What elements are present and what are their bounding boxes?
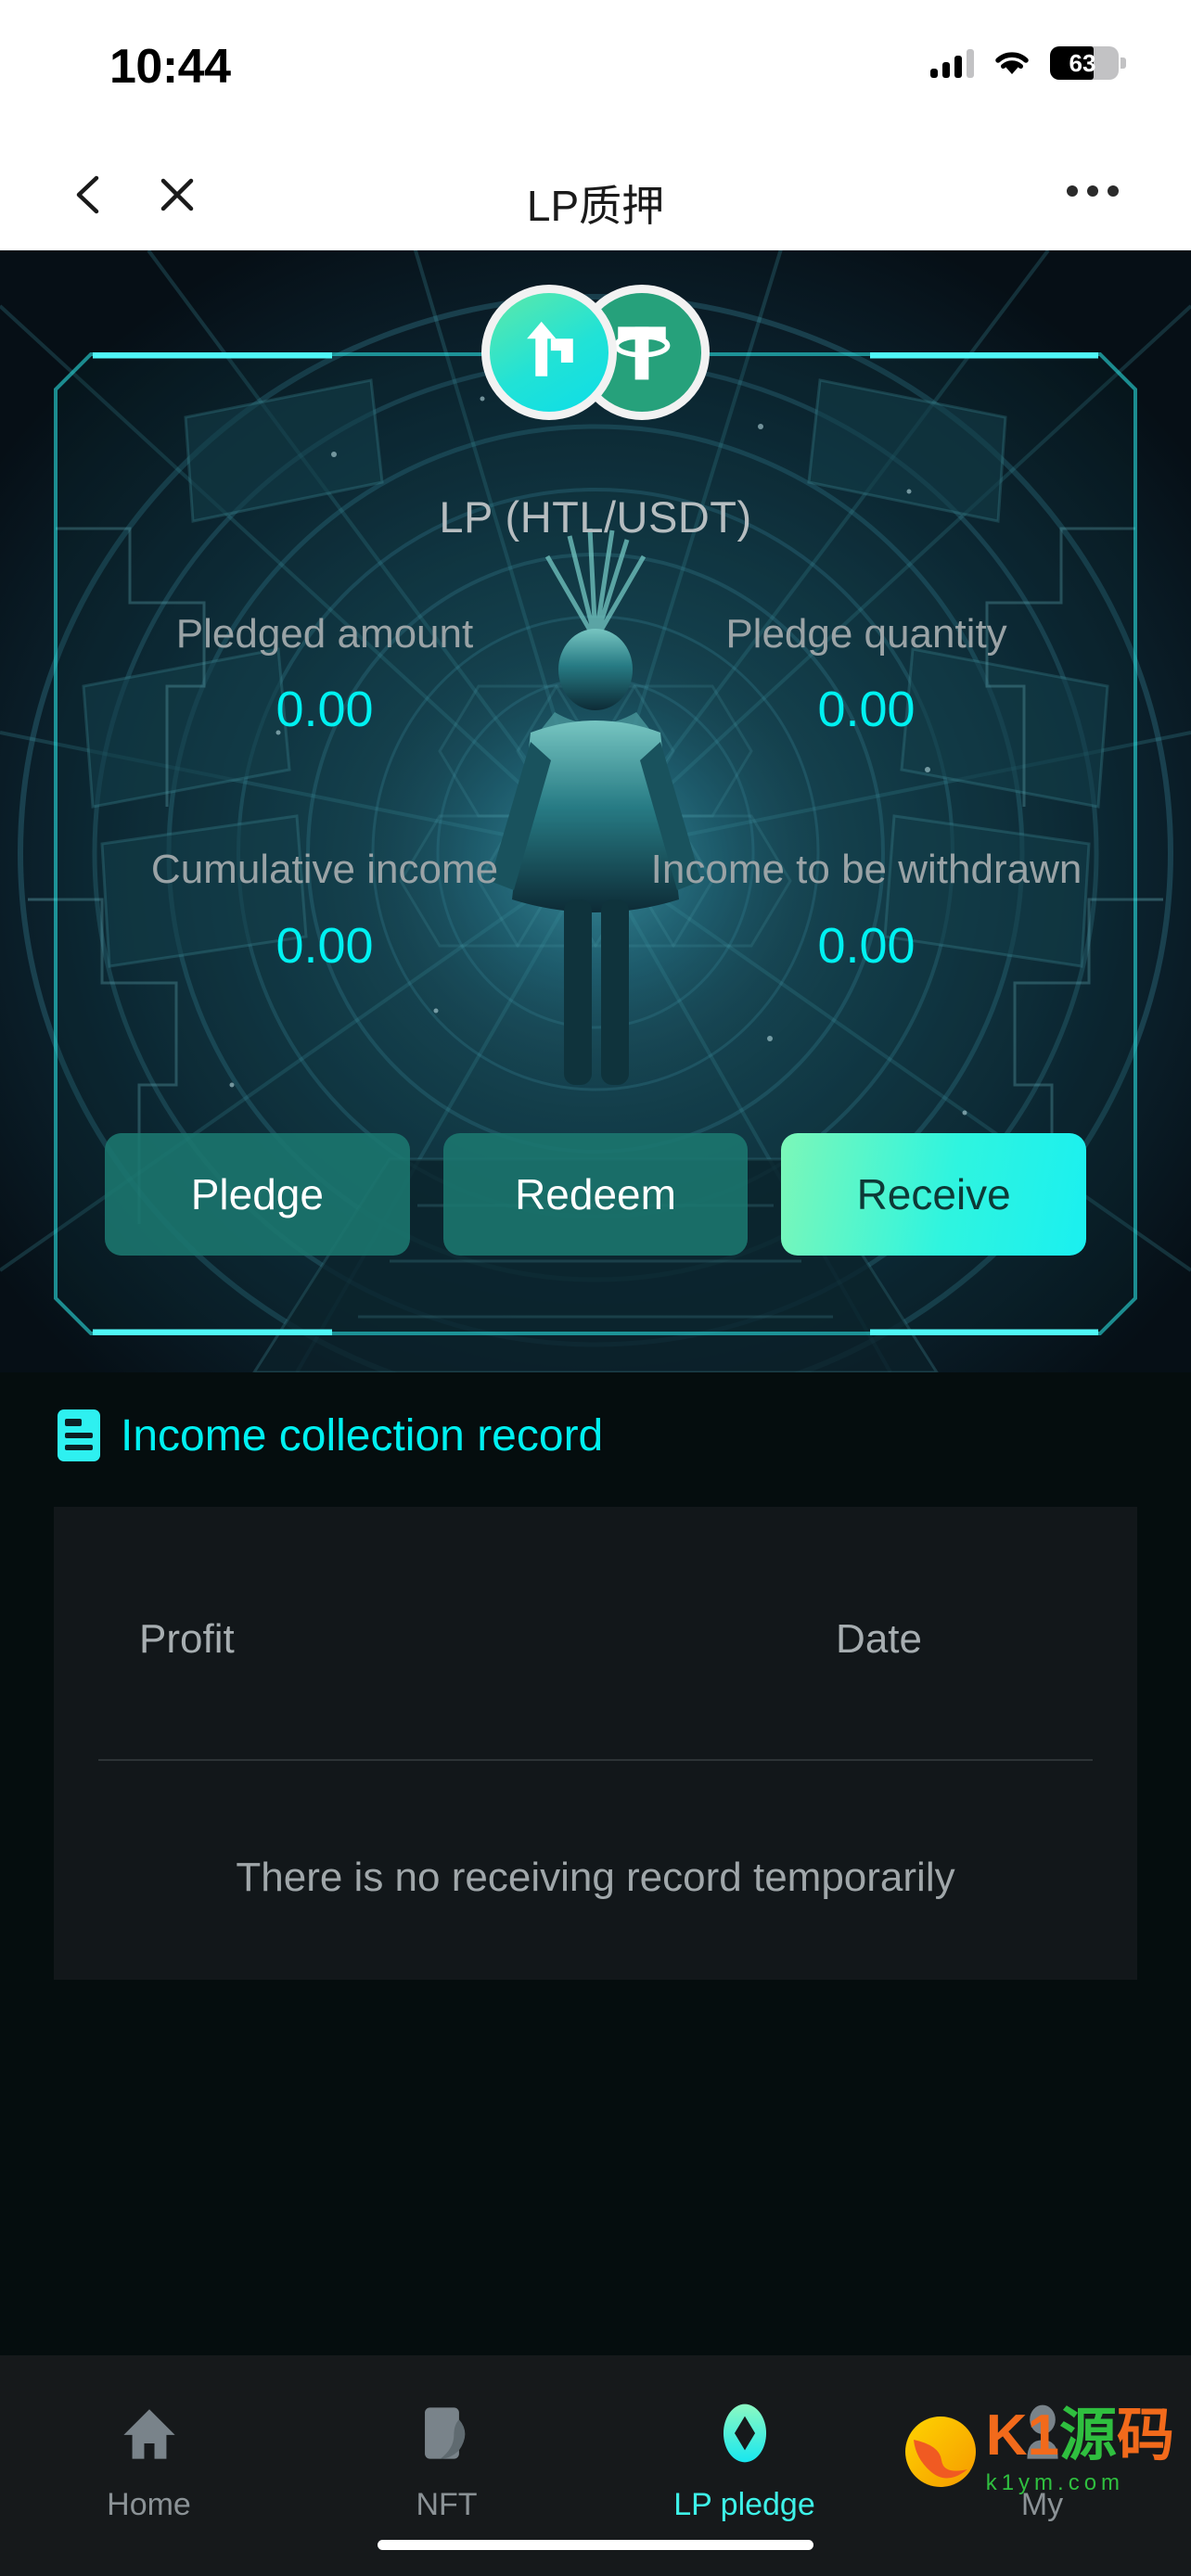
card-actions: Pledge Redeem Receive: [105, 1133, 1087, 1256]
watermark-logo-icon: [904, 2417, 976, 2487]
home-icon: [114, 2398, 185, 2468]
record-empty-state: There is no receiving record temporarily: [236, 1855, 955, 1900]
stat-label: Pledged amount: [175, 611, 474, 657]
htl-token-icon: [481, 285, 617, 420]
record-divider: [98, 1759, 1093, 1761]
pledge-button[interactable]: Pledge: [105, 1133, 410, 1256]
stat-label: Cumulative income: [150, 847, 499, 893]
diamond-icon: [710, 2398, 780, 2468]
stat-cumulative-income: Cumulative income 0.00: [54, 847, 596, 974]
watermark-domain: k1ym.com: [985, 2470, 1125, 2495]
income-record-header[interactable]: Income collection record: [58, 1409, 603, 1461]
stat-value: 0.00: [817, 917, 916, 974]
list-document-icon: [58, 1409, 100, 1461]
stats-grid: Pledged amount 0.00 Pledge quantity 0.00…: [54, 611, 1137, 975]
status-time: 10:44: [109, 40, 231, 94]
tab-home[interactable]: Home: [0, 2398, 298, 2523]
watermark-text: K1 源 码 k1ym.com: [986, 2407, 1174, 2496]
status-indicators: 63: [930, 46, 1126, 80]
battery-icon: 63: [1050, 46, 1126, 80]
wifi-icon: [992, 48, 1031, 78]
stat-label: Income to be withdrawn: [650, 847, 1082, 893]
watermark-cn-green: 源: [1058, 2404, 1117, 2468]
watermark-k1: K1: [985, 2404, 1059, 2468]
stat-label: Pledge quantity: [725, 611, 1007, 657]
stat-value: 0.00: [817, 682, 916, 738]
column-header-profit: Profit: [139, 1616, 235, 1662]
redeem-button[interactable]: Redeem: [442, 1133, 749, 1256]
receive-button[interactable]: Receive: [781, 1133, 1087, 1256]
page-title: LP质押: [526, 182, 665, 230]
watermark-cn-orange: 码: [1116, 2404, 1174, 2468]
site-watermark: K1 源 码 k1ym.com: [901, 2407, 1174, 2496]
navigation-bar: LP质押: [0, 139, 1191, 250]
tab-lp-pledge[interactable]: LP pledge: [596, 2398, 893, 2523]
home-indicator[interactable]: [378, 2540, 813, 2550]
tab-label: LP pledge: [673, 2487, 815, 2522]
column-header-date: Date: [836, 1616, 922, 1662]
token-pair-badges: [481, 285, 710, 420]
record-column-headers: Profit Date: [54, 1616, 1137, 1663]
income-record-title: Income collection record: [121, 1410, 604, 1460]
stat-value: 0.00: [275, 917, 374, 974]
nft-card-icon: [412, 2398, 482, 2468]
tab-label: NFT: [416, 2487, 478, 2522]
stat-value: 0.00: [275, 682, 374, 738]
status-bar: 10:44 63: [0, 0, 1191, 139]
tab-nft[interactable]: NFT: [298, 2398, 596, 2523]
battery-percent: 63: [1069, 48, 1096, 77]
tab-label: Home: [107, 2487, 191, 2522]
pair-title: LP (HTL/USDT): [439, 492, 752, 542]
income-record-panel: Profit Date There is no receiving record…: [54, 1507, 1137, 1980]
stat-pledged-amount: Pledged amount 0.00: [54, 611, 596, 738]
pledge-card: LP (HTL/USDT) Pledged amount 0.00 Pledge…: [54, 285, 1137, 1335]
stat-income-to-be-withdrawn: Income to be withdrawn 0.00: [596, 847, 1137, 974]
cellular-signal-icon: [930, 48, 974, 78]
more-options-icon[interactable]: [1067, 185, 1119, 197]
stat-pledge-quantity: Pledge quantity 0.00: [596, 611, 1137, 738]
